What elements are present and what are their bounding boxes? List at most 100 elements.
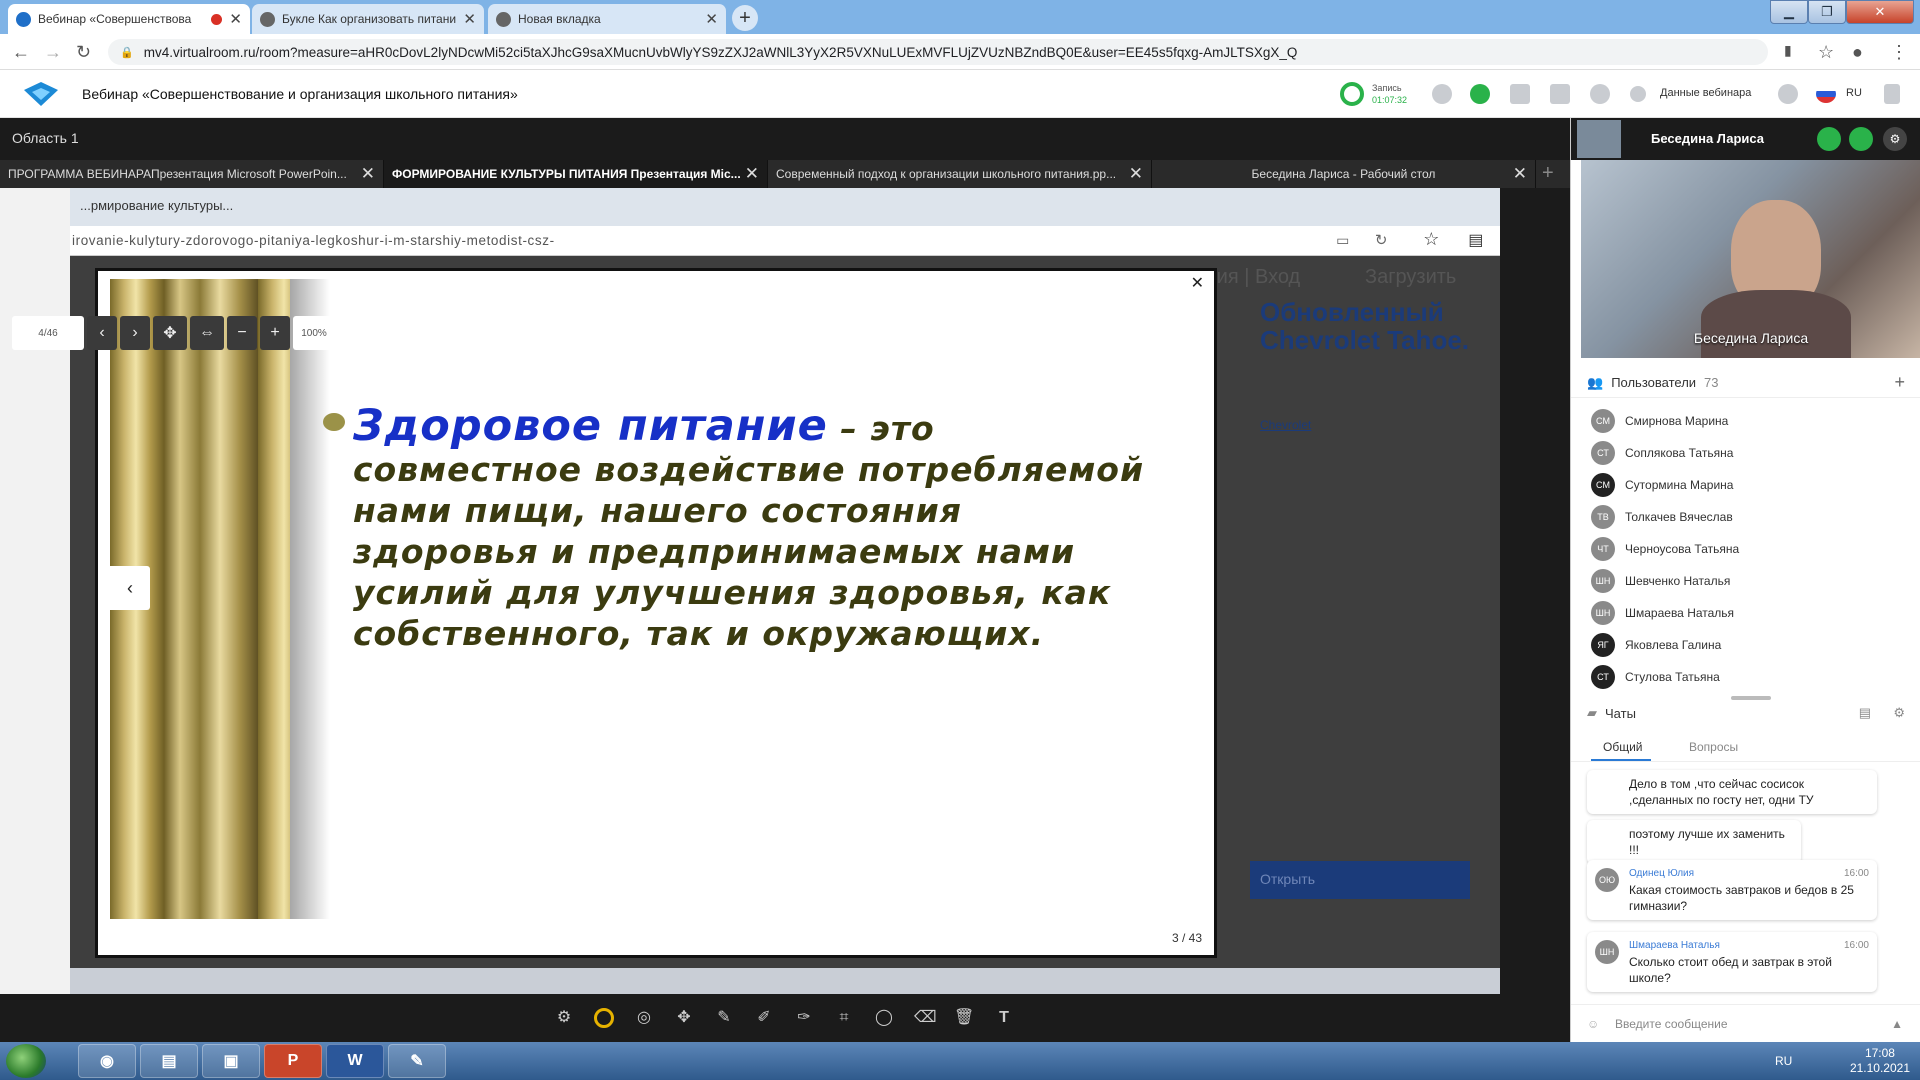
- doc-tab-modern[interactable]: Современный подход к организации школьно…: [768, 160, 1152, 188]
- fit-screen-icon[interactable]: ✥: [153, 316, 187, 350]
- eraser-icon[interactable]: ⌫: [914, 1008, 937, 1028]
- close-icon[interactable]: ✕: [361, 164, 375, 184]
- url-field[interactable]: 🔒 mv4.virtualroom.ru/room?measure=aHR0cD…: [108, 39, 1768, 65]
- close-icon[interactable]: ✕: [745, 164, 759, 184]
- document-icon[interactable]: [1510, 84, 1530, 104]
- fit-width-icon[interactable]: ⇔: [190, 316, 224, 350]
- chat-input[interactable]: ☺ Введите сообщение ▲: [1571, 1004, 1920, 1042]
- tab-questions[interactable]: Вопросы: [1689, 740, 1738, 754]
- pencil-icon[interactable]: ✎: [714, 1008, 734, 1028]
- close-tab-icon[interactable]: ✕: [705, 10, 718, 28]
- folder-icon[interactable]: [1550, 84, 1570, 104]
- close-tab-icon[interactable]: ✕: [229, 10, 242, 28]
- user-list-item[interactable]: ЯГ Яковлева Галина: [1591, 629, 1721, 661]
- avatar: СМ: [1591, 409, 1615, 433]
- powerpoint-icon[interactable]: P: [264, 1044, 322, 1078]
- minimize-button[interactable]: ▁: [1770, 0, 1808, 24]
- add-tab-icon[interactable]: +: [1542, 162, 1554, 185]
- previous-slide-button[interactable]: ‹: [110, 566, 150, 610]
- user-icon[interactable]: [1590, 84, 1610, 104]
- close-window-button[interactable]: ✕: [1846, 0, 1914, 24]
- inner-url-text: irovanie-kulytury-zdorovogo-pitaniya-leg…: [72, 233, 555, 248]
- word-icon[interactable]: W: [326, 1044, 384, 1078]
- user-list-item[interactable]: СТ Соплякова Татьяна: [1591, 437, 1733, 469]
- pen-icon[interactable]: ✑: [794, 1008, 814, 1028]
- close-tab-icon[interactable]: ✕: [463, 10, 476, 28]
- settings-gear-icon[interactable]: ⚙: [1883, 127, 1907, 151]
- tray-language[interactable]: RU: [1775, 1054, 1792, 1068]
- next-page-button[interactable]: ›: [120, 316, 150, 350]
- doc-tab-label: Современный подход к организации школьно…: [776, 167, 1117, 181]
- chat-archive-icon[interactable]: ▤: [1859, 705, 1871, 721]
- tab-general[interactable]: Общий: [1603, 740, 1643, 754]
- language-select[interactable]: RU: [1846, 87, 1862, 99]
- microphone-icon[interactable]: [1817, 127, 1841, 151]
- send-icon[interactable]: ▲: [1891, 1017, 1903, 1031]
- explorer-icon[interactable]: ▤: [140, 1044, 198, 1078]
- back-arrow-icon[interactable]: ←: [12, 42, 30, 63]
- move-icon[interactable]: ✥: [674, 1008, 694, 1028]
- panel-toggle-icon[interactable]: [1884, 84, 1900, 104]
- emoji-icon[interactable]: ☺: [1587, 1017, 1599, 1031]
- lock-icon: 🔒: [120, 46, 134, 59]
- shape-icon[interactable]: ◯: [874, 1008, 894, 1028]
- doc-tab-program[interactable]: ПРОГРАММА ВЕБИНАРАПрезентация Microsoft …: [0, 160, 384, 188]
- restore-button[interactable]: ❐: [1808, 0, 1846, 24]
- doc-tab-desktop[interactable]: Беседина Лариса - Рабочий стол ✕: [1152, 160, 1536, 188]
- globe-icon: [260, 11, 275, 27]
- account-icon[interactable]: ●: [1852, 42, 1863, 63]
- color-picker-icon[interactable]: [594, 1008, 614, 1028]
- doc-tab-culture[interactable]: ФОРМИРОВАНИЕ КУЛЬТУРЫ ПИТАНИЯ Презентаци…: [384, 160, 768, 188]
- prev-page-button[interactable]: ‹: [87, 316, 117, 350]
- zoom-out-button[interactable]: −: [227, 316, 257, 350]
- computer-icon[interactable]: ▣: [202, 1044, 260, 1078]
- grid-icon[interactable]: [1432, 84, 1452, 104]
- start-button[interactable]: [6, 1044, 46, 1078]
- new-tab-button[interactable]: +: [732, 5, 758, 31]
- tray-clock[interactable]: 17:08 21.10.2021: [1850, 1046, 1910, 1076]
- pointer-icon[interactable]: ◎: [634, 1008, 654, 1028]
- close-icon[interactable]: ✕: [1513, 164, 1527, 184]
- add-user-icon[interactable]: +: [1894, 372, 1905, 393]
- marker-icon[interactable]: ✐: [754, 1008, 774, 1028]
- user-list-item[interactable]: СМ Смирнова Марина: [1591, 405, 1728, 437]
- info-icon[interactable]: [1630, 86, 1646, 102]
- user-list-item[interactable]: ТВ Толкачев Вячеслав: [1591, 501, 1733, 533]
- crop-icon[interactable]: ⌗: [834, 1008, 854, 1028]
- forward-arrow-icon[interactable]: →: [44, 42, 62, 63]
- chat-icon[interactable]: [1470, 84, 1490, 104]
- close-icon[interactable]: ✕: [1191, 273, 1204, 293]
- settings-gear-icon[interactable]: [1778, 84, 1798, 104]
- close-icon[interactable]: ✕: [1129, 164, 1143, 184]
- reload-icon[interactable]: ↻: [76, 42, 91, 63]
- chrome-icon[interactable]: ◉: [78, 1044, 136, 1078]
- tray-time: 17:08: [1864, 1046, 1895, 1060]
- webinar-data-button[interactable]: Данные вебинара: [1660, 87, 1751, 99]
- trash-icon[interactable]: 🗑: [954, 1008, 974, 1028]
- user-list-item[interactable]: ШН Шмараева Наталья: [1591, 597, 1734, 629]
- user-list-item[interactable]: СТ Стулова Татьяна: [1591, 661, 1720, 693]
- tab-title: Вебинар «Совершенствова: [38, 12, 192, 26]
- camera-icon[interactable]: [1849, 127, 1873, 151]
- user-list-item[interactable]: СМ Сутормина Марина: [1591, 469, 1733, 501]
- user-list-item[interactable]: ЧТ Черноусова Татьяна: [1591, 533, 1739, 565]
- settings-gear-icon[interactable]: ⚙: [554, 1008, 574, 1028]
- browser-tab-webinar[interactable]: Вебинар «Совершенствова ✕: [8, 4, 250, 34]
- user-name: Яковлева Галина: [1625, 638, 1722, 652]
- record-icon[interactable]: [1340, 82, 1364, 106]
- zoom-in-button[interactable]: +: [260, 316, 290, 350]
- browser-tab-booklet[interactable]: Букле Как организовать питани ✕: [252, 4, 484, 34]
- star-icon[interactable]: ☆: [1818, 42, 1834, 63]
- browser-tab-new[interactable]: Новая вкладка ✕: [488, 4, 726, 34]
- settings-gear-icon[interactable]: ⚙: [1893, 705, 1905, 721]
- user-list-item[interactable]: ШН Шевченко Наталья: [1591, 565, 1730, 597]
- camera-icon[interactable]: ▮: [1784, 42, 1792, 59]
- tab-title: Новая вкладка: [518, 12, 601, 26]
- zoom-level[interactable]: 100%: [293, 316, 335, 350]
- user-name: Толкачев Вячеслав: [1625, 510, 1733, 524]
- text-tool-icon[interactable]: T: [994, 1008, 1014, 1028]
- page-counter[interactable]: 4/46: [12, 316, 84, 350]
- menu-dots-icon[interactable]: ⋮: [1890, 42, 1908, 63]
- message-author: Одинец Юлия: [1629, 868, 1695, 879]
- paint-icon[interactable]: ✎: [388, 1044, 446, 1078]
